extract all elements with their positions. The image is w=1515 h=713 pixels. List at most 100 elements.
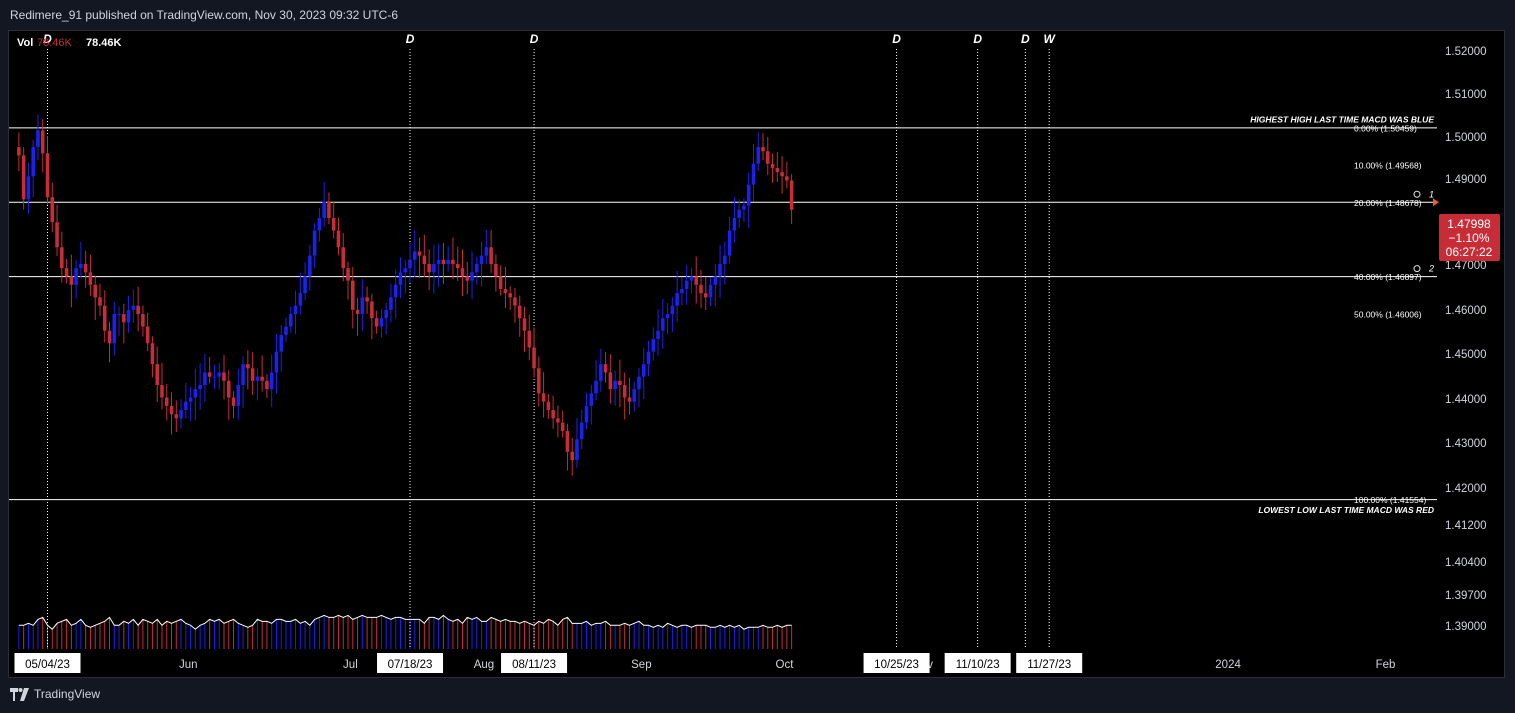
candle-body (312, 230, 317, 256)
signal-label: D (530, 32, 539, 46)
alert-icon[interactable] (1413, 265, 1421, 273)
candle-body (703, 293, 708, 298)
candle-body (231, 397, 236, 406)
signal-label: W (1044, 32, 1057, 46)
annotation-text: HIGHEST HIGH LAST TIME MACD WAS BLUE (1250, 115, 1434, 125)
alert-icon[interactable] (1413, 190, 1421, 198)
candle-body (537, 368, 541, 394)
candle-body (331, 218, 336, 231)
candle-body (732, 218, 737, 231)
candle-body (789, 180, 794, 210)
candle-body (713, 276, 718, 285)
candle-body (107, 330, 112, 344)
annotation-text: LOWEST LOW LAST TIME MACD WAS RED (1258, 505, 1434, 515)
candle-body (60, 247, 64, 269)
candle-body (575, 439, 579, 461)
candle-body (517, 305, 522, 319)
candle-body (656, 330, 660, 340)
candle-body (160, 385, 164, 398)
time-tick-label: Sep (631, 659, 651, 671)
chart-frame[interactable]: 0.00% (1.50459) 10.00% (1.49568) 20.00% (1… (8, 30, 1505, 678)
candle-body (64, 268, 69, 277)
candle-body (541, 393, 546, 402)
tradingview-brand[interactable]: TradingView (10, 687, 100, 701)
candle-body (379, 318, 384, 327)
candle-body (308, 255, 312, 277)
candle-body (532, 347, 536, 369)
brand-name: TradingView (34, 687, 101, 701)
candle-body (503, 289, 508, 294)
candle-body (455, 263, 460, 269)
price-chart[interactable]: 0.00% (1.50459) 10.00% (1.49568) 20.00% (1… (9, 31, 1506, 679)
candle-body (627, 397, 632, 402)
candle-body (770, 163, 775, 168)
candle-body (126, 309, 131, 323)
candle-body (360, 297, 365, 315)
price-tick-label: 1.39000 (1445, 621, 1487, 633)
candle-body (680, 289, 684, 294)
candle-body (226, 380, 231, 398)
candle-body (441, 259, 446, 264)
candle-body (193, 389, 198, 398)
signal-label: D (892, 32, 901, 46)
time-tick-label: Jun (179, 659, 198, 671)
candle-body (246, 364, 250, 369)
price-tick-label: 1.41200 (1445, 520, 1487, 532)
candle-body (637, 376, 641, 390)
candle-body (336, 230, 341, 248)
candle-body (775, 167, 780, 173)
price-tick-label: 1.40400 (1445, 557, 1487, 569)
candle-body (570, 451, 574, 461)
candle-body (513, 297, 517, 306)
candle-body (260, 376, 264, 381)
candle-body (212, 376, 217, 378)
alert-label: 1 (1429, 189, 1434, 199)
candle-body (317, 218, 322, 231)
candle-body (408, 259, 412, 269)
candle-body (527, 330, 532, 348)
candle-body (55, 222, 59, 248)
candle-body (451, 259, 455, 264)
candle-body (93, 284, 97, 298)
candle-body (79, 263, 83, 269)
date-box-label: 11/27/23 (1027, 659, 1071, 671)
price-tick-label: 1.52000 (1445, 46, 1487, 58)
candle-body (303, 276, 307, 294)
candle-body (98, 297, 102, 306)
candle-body (102, 305, 107, 331)
candle-body (288, 314, 293, 327)
candle-body (198, 385, 202, 390)
candle-body (274, 351, 279, 373)
candle-body (675, 293, 679, 306)
candle-body (50, 197, 55, 223)
candle-body (265, 380, 269, 390)
last-price-change: −1.10% (1448, 231, 1489, 245)
candle-body (522, 318, 527, 331)
candle-body (432, 263, 436, 273)
candle-body (427, 263, 431, 273)
price-tick-label: 1.47000 (1445, 260, 1487, 272)
candle-body (136, 305, 140, 315)
price-tick-label: 1.44000 (1445, 394, 1487, 406)
candle-body (141, 314, 145, 327)
time-tick-label: Feb (1376, 659, 1396, 671)
candle-body (284, 326, 288, 335)
fib-label: 10.00% (1.49568) (1354, 161, 1422, 171)
candle-body (737, 209, 741, 219)
fib-label: 50.00% (1.46006) (1354, 309, 1422, 319)
signal-label: D (406, 32, 415, 46)
candle-body (603, 364, 608, 373)
candle-body (460, 268, 465, 277)
price-tick-label: 1.49000 (1445, 174, 1487, 186)
candle-body (112, 314, 117, 344)
candle-body (718, 263, 722, 277)
fib-label: 40.00% (1.46897) (1354, 272, 1422, 282)
candle-body (599, 364, 603, 381)
date-box-label: 08/11/23 (512, 659, 556, 671)
candle-body (780, 172, 784, 177)
candle-body (17, 147, 21, 156)
candle-body (222, 372, 226, 381)
candle-body (374, 318, 379, 327)
price-tick-label: 1.43000 (1445, 438, 1487, 450)
candle-body (608, 372, 613, 390)
